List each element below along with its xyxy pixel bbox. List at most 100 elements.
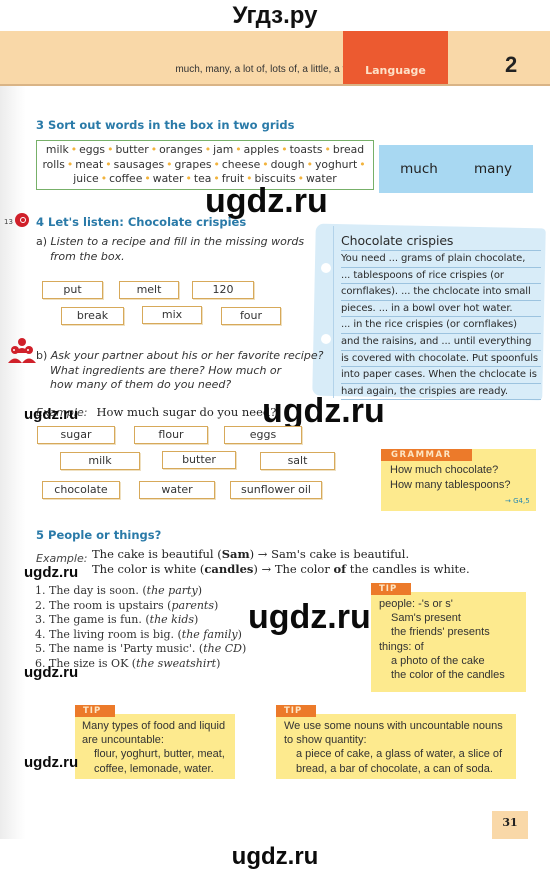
word-item: bread <box>332 143 365 156</box>
grid-much: much <box>379 145 459 193</box>
site-title: Угдз.ру <box>232 2 318 29</box>
separator-dot: • <box>262 157 269 171</box>
exercise-title-text: Sort out words in the box in two grids <box>48 118 295 132</box>
exercise-4-title: 4 Let's listen: Chocolate crispies <box>36 215 246 229</box>
watermark: ugdz.ru <box>24 564 79 581</box>
word-chip: butter <box>162 451 236 469</box>
instruction-line: Ask your partner about his or her favori… <box>50 349 324 362</box>
recipe-line: into paper cases. When the chclocate is <box>341 367 541 384</box>
item-text: ) <box>197 584 202 597</box>
tip-tag: TIP <box>75 705 115 717</box>
separator-dot: • <box>306 157 313 171</box>
word-item: apples <box>243 143 280 156</box>
list-item: 5. The name is 'Party music'. (the CD) <box>35 642 246 657</box>
tip-text: Many types of food and liquid are uncount… <box>82 719 225 776</box>
word-chip: mix <box>142 306 202 324</box>
grid-many: many <box>453 145 533 193</box>
item-text: The day is soon. ( <box>49 584 147 597</box>
grid-label: much <box>400 161 438 177</box>
word-item: cheese <box>221 157 261 171</box>
example-text: the candles is white. <box>346 562 470 576</box>
watermark: ugdz.ru <box>24 754 79 771</box>
recipe-line: ... tablespoons of rice crispies (or <box>341 268 541 285</box>
separator-dot: • <box>105 157 112 171</box>
example-text: ) → The color <box>253 562 334 576</box>
word-item: eggs <box>79 143 106 156</box>
watermark: ugdz.ru <box>248 598 371 636</box>
recipe-line: cornflakes). ... the chclocate into smal… <box>341 284 541 301</box>
separator-dot: • <box>281 143 288 156</box>
tip-line: the color of the candles <box>391 669 505 682</box>
watermark-footer: ugdz.ru <box>231 843 319 870</box>
tip-line: coffee, lemonade, water. <box>94 762 214 775</box>
tip-line: are uncountable: <box>82 734 164 747</box>
watermark: ugdz.ru <box>24 664 79 681</box>
item-text: ) <box>241 642 247 655</box>
list-item: 3. The game is fun. (the kids) <box>35 613 246 628</box>
exercise-5-list: 1. The day is soon. (the party) 2. The room… <box>35 584 246 671</box>
item-text: The game is fun. ( <box>49 613 150 626</box>
tip-line: people: -'s or s' <box>379 598 453 610</box>
separator-dot: • <box>150 143 158 156</box>
section-label: Language <box>365 64 426 77</box>
tip-line: Many types of food and liquid <box>82 720 226 732</box>
word-chip: salt <box>260 452 335 470</box>
list-item: 1. The day is soon. (the party) <box>35 584 246 599</box>
tip-line: a piece of cake, a glass of water, a sli… <box>296 748 503 761</box>
item-hint: the party <box>146 584 198 597</box>
grammar-reference-link[interactable]: → G4,5 <box>505 497 530 505</box>
audio-cd-icon[interactable] <box>15 213 29 227</box>
separator-dot: • <box>107 143 114 156</box>
tip-text: people: -'s or s' Sam's present the friend… <box>379 597 505 682</box>
item-text: The name is 'Party music'. ( <box>49 642 204 655</box>
grammar-text: How much chocolate? How many tablespoons… <box>390 463 510 493</box>
word-box-line: milk • eggs • butter • oranges • jam • apples • toas… <box>37 143 373 158</box>
separator-dot: • <box>235 143 242 156</box>
exercise-3-title: 3 Sort out words in the box in two grids <box>36 118 295 132</box>
recipe-title: Chocolate crispies <box>341 232 541 251</box>
header-band <box>0 31 550 84</box>
word-chip: sugar <box>37 426 115 444</box>
word-chip: eggs <box>224 426 302 444</box>
grammar-line: How many tablespoons? <box>390 479 511 491</box>
item-number: 3. <box>35 613 46 626</box>
separator-dot: • <box>359 157 366 171</box>
binder-hole <box>321 334 331 344</box>
list-item: 4. The living room is big. (the family) <box>35 628 246 643</box>
word-item: butter <box>115 143 149 156</box>
exercise-title-text: Let's listen: Chocolate crispies <box>48 215 247 229</box>
instruction-line: Listen to a recipe and fill in the missi… <box>50 235 305 248</box>
word-item: rolls <box>42 157 65 171</box>
recipe-line: pieces. ... in a bowl over hot water. <box>341 301 541 318</box>
word-chip: water <box>139 481 215 499</box>
item-text: The living room is big. ( <box>49 627 182 641</box>
recipe-line: is covered with chocolate. Put spoonfuls <box>341 351 541 368</box>
instruction-line: how many of them do you need? <box>50 378 232 391</box>
example-text: ) → Sam's cake is beautiful. <box>249 547 410 561</box>
exercise-number: 4 <box>36 215 45 229</box>
exercise-number: 5 <box>36 528 45 542</box>
exercise-title-text: People or things? <box>48 528 162 542</box>
separator-dot: • <box>213 157 220 171</box>
instruction-line: What ingredients are there? How much or <box>50 363 282 377</box>
word-item: sausages <box>113 157 165 171</box>
recipe-text: Chocolate crispies You need ... grams of… <box>341 232 541 401</box>
recipe-line: ... in the rice crispies (or cornflakes) <box>341 317 541 334</box>
item-number: 2. <box>35 598 46 612</box>
item-number: 1. <box>35 584 46 597</box>
grid-label: many <box>474 161 512 177</box>
word-chip: four <box>221 307 281 325</box>
example-bold: Sam <box>221 547 250 561</box>
part-label: a) <box>36 235 48 248</box>
word-chip: put <box>42 281 103 299</box>
example-bold: of <box>333 562 347 576</box>
example-text: The cake is beautiful ( <box>92 547 222 561</box>
track-number: 13 <box>4 218 13 226</box>
item-text: The room is upstairs ( <box>49 598 172 612</box>
item-text: ) <box>237 627 242 641</box>
tip-line: bread, a bar of chocolate, a can of soda… <box>296 762 493 775</box>
tip-line: to show quantity: <box>284 734 367 747</box>
separator-dot: • <box>204 143 212 156</box>
word-item: coffee <box>109 172 143 185</box>
word-item: oranges <box>159 143 203 156</box>
